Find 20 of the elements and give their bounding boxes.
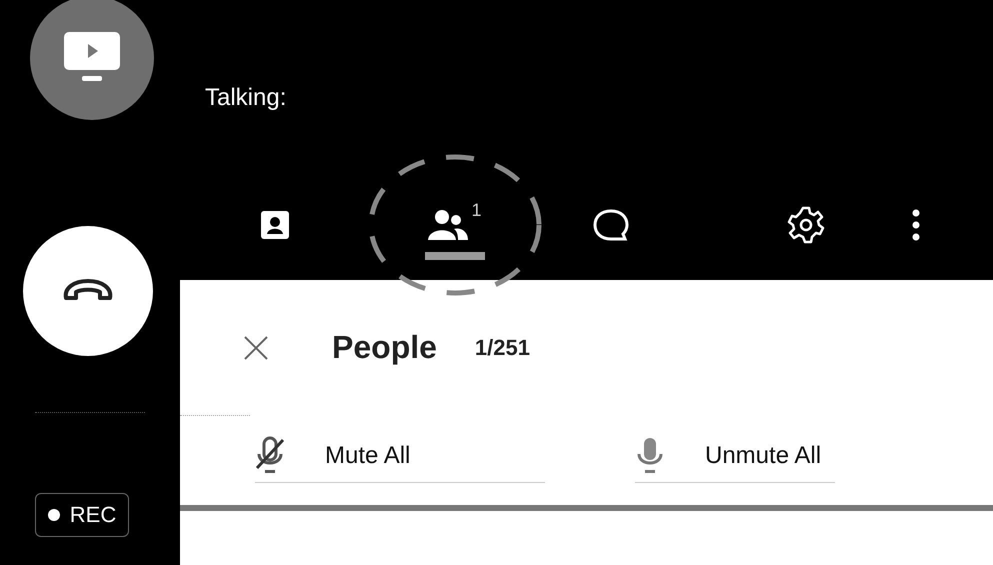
mic-icon <box>635 436 665 476</box>
people-icon <box>428 209 468 241</box>
close-icon <box>243 334 269 360</box>
unmute-all-button[interactable]: Unmute All <box>635 436 836 483</box>
mute-all-button[interactable]: Mute All <box>255 436 545 483</box>
mic-off-icon <box>255 436 285 476</box>
count-label: 1 <box>471 200 482 221</box>
record-dot-icon <box>48 509 60 521</box>
chat-bubble-icon <box>593 208 629 242</box>
action-label: Unmute All <box>705 442 822 470</box>
profile-icon <box>261 211 289 239</box>
settings-icon <box>787 206 825 244</box>
record-button[interactable]: REC <box>34 493 130 537</box>
talking-label: Talking: <box>205 84 286 112</box>
more-icon <box>912 208 920 242</box>
participant-count: 1/251 <box>474 334 530 360</box>
toolbar-tab[interactable]: 1 <box>425 190 485 260</box>
action-label: Mute All <box>325 442 410 470</box>
panel-title: People <box>332 329 437 366</box>
close-button[interactable] <box>242 334 270 362</box>
